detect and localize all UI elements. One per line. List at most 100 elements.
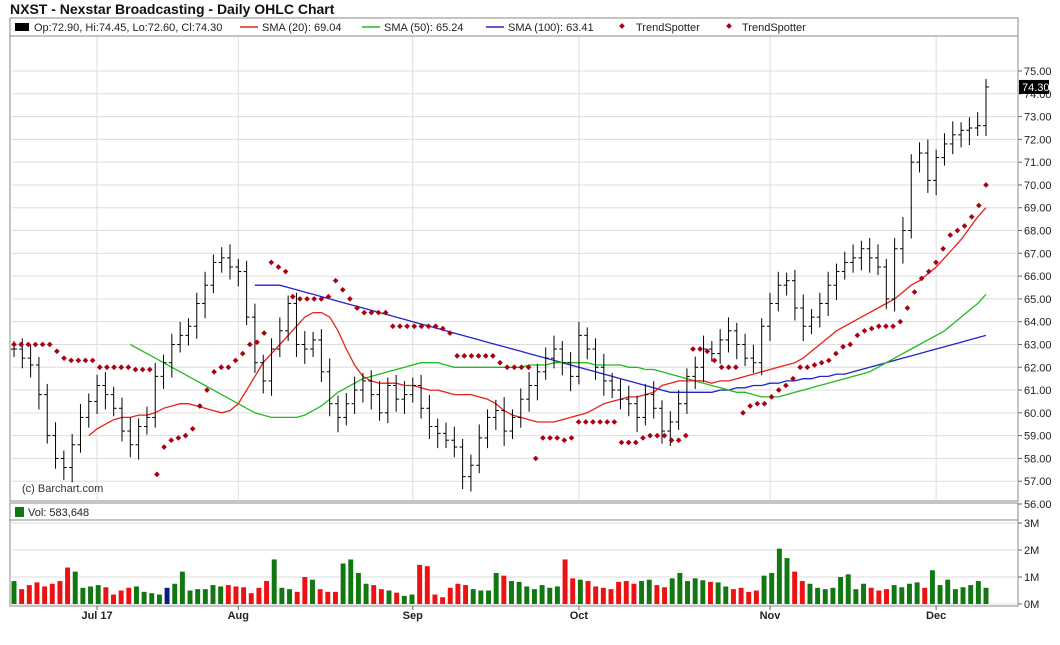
volume-bar [325, 591, 331, 604]
volume-bar [700, 580, 706, 604]
price-tick-label: 70.00 [1024, 180, 1052, 192]
volume-bar [570, 578, 576, 604]
volume-bar [616, 581, 622, 604]
volume-bar [202, 589, 208, 604]
volume-bar [195, 589, 201, 604]
price-axis: 56.00 57.00 58.00 59.00 60.00 61.00 62.00 63.00… [1018, 66, 1052, 511]
volume-bar [861, 583, 867, 604]
price-tick-label: 58.00 [1024, 453, 1052, 465]
volume-bar [149, 593, 155, 604]
volume-bar [509, 581, 514, 604]
volume-bar [363, 583, 369, 604]
price-tick-label: 67.00 [1024, 248, 1052, 260]
volume-bar [88, 586, 94, 604]
volume-bar [807, 583, 813, 604]
volume-bar [378, 589, 384, 604]
volume-bar [631, 583, 637, 604]
volume-bar [424, 566, 430, 604]
volume-bar [815, 587, 821, 604]
volume-bar [983, 587, 989, 604]
volume-bar [845, 574, 851, 604]
volume-bar [960, 587, 966, 604]
volume-bar [225, 585, 231, 604]
volume-bar [455, 583, 461, 604]
volume-bar [156, 594, 162, 604]
volume-bar [715, 582, 721, 604]
price-tick-label: 64.00 [1024, 317, 1052, 329]
x-tick-label: Jul 17 [81, 610, 112, 622]
x-tick-label: Dec [926, 610, 946, 622]
volume-bar [562, 559, 568, 604]
volume-bar [417, 564, 423, 604]
volume-bar [57, 581, 63, 604]
volume-bar [891, 585, 897, 604]
price-tick-label: 72.00 [1024, 134, 1052, 146]
volume-bar [906, 583, 912, 604]
price-tick-label: 66.00 [1024, 271, 1052, 283]
volume-bar [355, 572, 361, 604]
volume-bar [187, 590, 193, 604]
volume-bar [432, 594, 438, 604]
volume-legend-swatch [15, 507, 24, 517]
volume-bar [49, 583, 55, 604]
volume-bar [279, 587, 285, 604]
price-tick-label: 73.00 [1024, 112, 1052, 124]
volume-legend-bar [9, 502, 1019, 521]
last-price-label: 74.30 [1022, 82, 1050, 94]
volume-bar [539, 585, 545, 604]
volume-bar [440, 597, 446, 604]
volume-bar [547, 587, 553, 604]
volume-bar [164, 587, 170, 604]
volume-bar [654, 585, 660, 604]
price-tick-label: 71.00 [1024, 157, 1052, 169]
volume-tick-label: 1M [1024, 572, 1039, 584]
volume-bar [585, 581, 591, 604]
volume-bar [899, 587, 905, 604]
ohlc-chart: NXST - Nexstar Broadcasting - Daily OHLC… [9, 1, 1052, 622]
volume-bar [332, 591, 338, 604]
volume-bar [623, 581, 629, 604]
volume-bar [65, 567, 71, 604]
price-tick-label: 60.00 [1024, 408, 1052, 420]
volume-bar [968, 585, 974, 604]
volume-bar [914, 582, 920, 604]
price-tick-label: 61.00 [1024, 385, 1052, 397]
volume-bar [761, 575, 767, 604]
price-tick-label: 65.00 [1024, 294, 1052, 306]
volume-bar [769, 572, 775, 604]
legend: Op:72.90, Hi:74.45, Lo:72.60, Cl:74.30 S… [9, 17, 1019, 37]
volume-bar [42, 586, 48, 604]
volume-bar [531, 589, 537, 604]
volume-bar [271, 559, 277, 604]
volume-bar [72, 571, 78, 604]
price-tick-label: 56.00 [1024, 499, 1052, 511]
volume-bar [172, 583, 178, 604]
sma50-legend-text: SMA (50): 65.24 [384, 22, 464, 34]
volume-bar [738, 587, 744, 604]
volume-bar [470, 589, 476, 604]
volume-bar [776, 548, 782, 604]
volume-bar [746, 591, 752, 604]
volume-bar [310, 579, 315, 604]
volume-bar [103, 587, 109, 604]
volume-bar [294, 591, 300, 604]
ohlc-legend-text: Op:72.90, Hi:74.45, Lo:72.60, Cl:74.30 [34, 22, 222, 34]
price-tick-label: 63.00 [1024, 339, 1052, 351]
volume-bar [179, 571, 185, 604]
x-tick-label: Oct [570, 610, 589, 622]
price-tick-label: 59.00 [1024, 431, 1052, 443]
volume-tick-label: 0M [1024, 599, 1039, 611]
volume-bar [593, 586, 599, 604]
x-tick-label: Nov [760, 610, 782, 622]
chart-title: NXST - Nexstar Broadcasting - Daily OHLC… [10, 1, 335, 17]
volume-bar [677, 572, 683, 604]
volume-bar [524, 586, 530, 604]
last-price-tag: 74.30 [1019, 79, 1050, 94]
trendspotter-legend-text-2: TrendSpotter [742, 22, 806, 34]
volume-bar [799, 581, 805, 604]
volume-bar [516, 581, 522, 604]
volume-bar [501, 575, 507, 604]
price-tick-label: 57.00 [1024, 476, 1052, 488]
volume-bar [600, 587, 606, 604]
volume-bar [118, 590, 124, 604]
